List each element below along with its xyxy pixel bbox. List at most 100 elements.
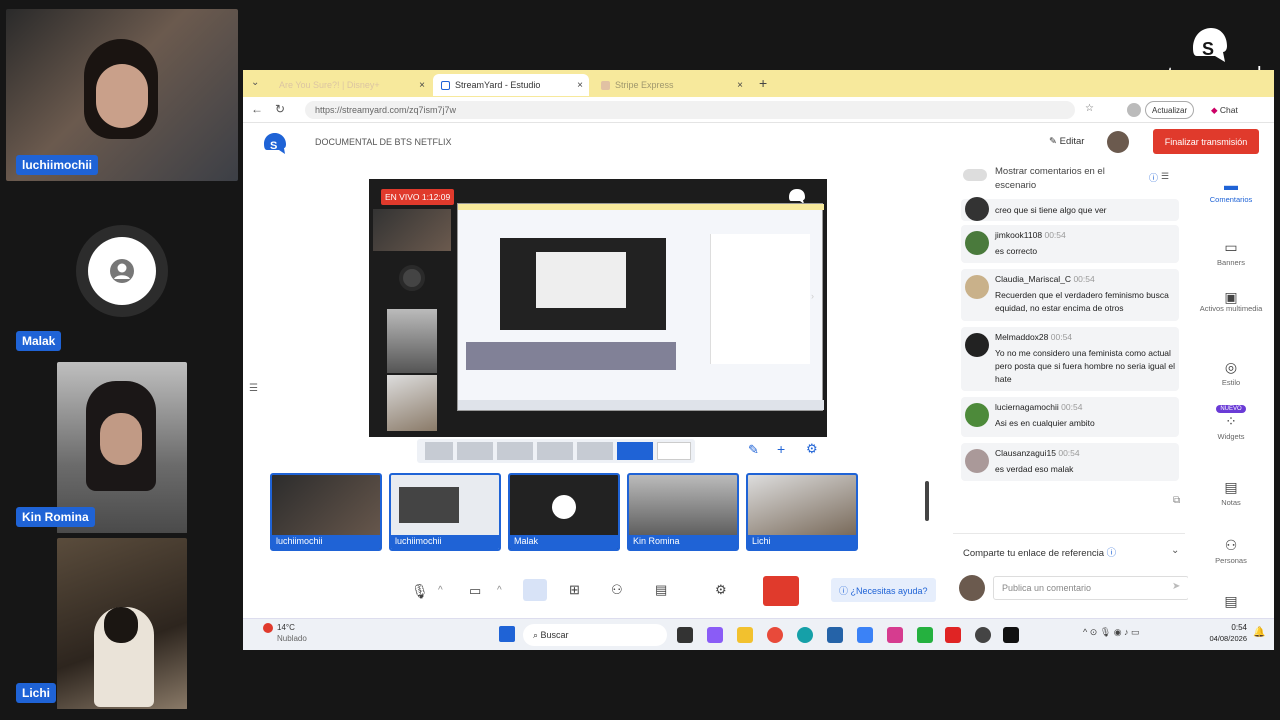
rail-item-banners[interactable]: ▭ Banners [1188,239,1274,267]
filter-icon[interactable]: ☰ [1161,171,1169,182]
clock-time[interactable]: 0:54 [1213,623,1247,632]
chevron-right-icon[interactable]: › [811,291,814,301]
app-icon[interactable] [857,627,873,643]
comment-time: 00:54 [1061,402,1083,412]
help-icon[interactable]: ⓘ [1149,171,1158,184]
leave-studio-button[interactable] [763,576,799,606]
show-comments-toggle[interactable] [963,169,987,181]
participant-box[interactable]: Malak [508,473,620,551]
browser-tabbar: ⌄ Are You Sure?! | Disney+ × StreamYard -… [243,70,1274,97]
rail-item-activos[interactable]: ▣ Activos multimedia [1188,290,1274,313]
rail-item-comentarios[interactable]: ▬ Comentarios [1188,177,1274,204]
comment-input[interactable]: Publica un comentario ➤ [993,576,1189,600]
close-icon[interactable]: × [737,80,743,91]
rail-item-personas[interactable]: ⚇ Personas [1188,537,1274,565]
layout-side-button[interactable] [577,442,613,460]
layout-solo-button[interactable] [425,442,453,460]
microphone-icon[interactable]: 🎙 [411,583,429,600]
app-icon[interactable] [975,627,991,643]
camera-icon[interactable]: ▭ [469,583,481,599]
chevron-up-icon[interactable]: ^ [497,585,502,596]
participant-box-label: Malak [510,535,618,549]
comment-author: Claudia_Mariscal_C 00:54 [995,274,1095,284]
taskview-icon[interactable] [677,627,693,643]
update-button[interactable]: Actualizar [1145,101,1195,119]
url-field[interactable]: https://streamyard.com/zq7ism7j7w [305,101,1075,119]
streamyard-mark-icon: S [1185,22,1233,70]
avatar [959,575,985,601]
edge-icon[interactable] [797,627,813,643]
chevron-down-icon[interactable]: ⌄ [251,77,259,88]
layout-split-button[interactable] [537,442,573,460]
rail-item-chat[interactable]: ▤ [1188,593,1274,612]
notes-icon[interactable]: ▤ [655,582,667,598]
pencil-icon[interactable]: ✎ [748,442,759,458]
layout-thin-button[interactable] [497,442,533,460]
weather-desc[interactable]: Nublado [277,634,307,643]
rail-label: Estilo [1221,378,1241,387]
participant-box[interactable]: Kin Romina [627,473,739,551]
plus-icon[interactable]: + [777,441,785,457]
reload-icon[interactable]: ↻ [275,102,285,116]
comment-author-name: Claudia_Mariscal_C [995,274,1072,284]
divider [953,533,1185,534]
system-tray-icons[interactable]: ^ ⊙ 🎙 ◉ ♪ ▭ [1083,627,1140,638]
participant-box[interactable]: Lichi [746,473,858,551]
tiktok-icon[interactable] [1003,627,1019,643]
external-link-icon[interactable]: ⧉ [1173,495,1180,506]
rail-item-notas[interactable]: ▤ Notas [1188,479,1274,507]
add-guest-icon[interactable]: ⚇ [611,582,623,598]
windows-start-icon[interactable] [499,626,515,642]
instagram-icon[interactable] [887,627,903,643]
store-icon[interactable] [827,627,843,643]
whatsapp-icon[interactable] [917,627,933,643]
edit-button[interactable]: ✎ Editar [1049,136,1084,147]
rail-label: Banners [1217,258,1245,267]
close-icon[interactable]: × [419,80,425,91]
participant-name: Lichi [16,683,57,703]
layout-fullscreen-button[interactable] [657,442,691,460]
stage-menu-icon[interactable]: ☰ [249,383,258,394]
scrollbar[interactable] [925,481,929,521]
present-icon[interactable]: ⊞ [569,582,580,598]
youtube-icon[interactable] [945,627,961,643]
participant-box-label: luchiimochii [272,535,380,549]
participant-box[interactable]: luchiimochii [270,473,382,551]
chevron-up-icon[interactable]: ^ [438,585,443,596]
back-icon[interactable]: ← [251,102,263,116]
clock-date[interactable]: 04/08/2026 [1201,634,1247,643]
chevron-down-icon[interactable]: ⌄ [1171,545,1179,556]
gear-icon[interactable]: ⚙ [806,441,818,457]
star-icon[interactable]: ☆ [1085,103,1094,114]
broadcast-title[interactable]: DOCUMENTAL DE BTS NETFLIX [315,137,452,147]
rail-label: Notas [1221,498,1241,507]
weather-icon[interactable] [263,623,273,633]
browser-tab[interactable]: Are You Sure?! | Disney+ × [271,74,431,96]
copilot-icon[interactable] [707,627,723,643]
taskbar-search[interactable]: ⌕ Buscar [523,624,667,646]
browser-tab[interactable]: Stripe Express × [593,74,749,96]
new-tab-button[interactable]: + [759,75,767,91]
chrome-icon[interactable] [767,627,783,643]
notification-icon[interactable]: 🔔 [1253,627,1265,638]
end-broadcast-button[interactable]: Finalizar transmisión [1153,129,1259,154]
help-button[interactable]: ⓘ ¿Necesitas ayuda? [831,578,936,602]
settings-icon[interactable]: ⚙ [715,582,727,598]
rail-item-estilo[interactable]: ◎ Estilo [1188,359,1274,387]
profile-icon[interactable] [1127,103,1141,117]
weather-temp[interactable]: 14°C [277,623,295,632]
browser-tab[interactable]: StreamYard - Estudio × [433,74,589,96]
file-explorer-icon[interactable] [737,627,753,643]
close-icon[interactable]: × [577,80,583,91]
send-icon[interactable]: ➤ [1172,581,1180,592]
chat-button[interactable]: ◆ Chat [1211,101,1238,116]
participant-name: luchiimochii [16,155,99,175]
avatar[interactable] [1107,131,1129,153]
rail-item-widgets[interactable]: NUEVO ⁘ Widgets [1188,403,1274,441]
avatar [965,197,989,221]
referral-link[interactable]: Comparte tu enlace de referencia ⓘ [963,545,1116,559]
share-screen-button[interactable] [523,579,547,601]
layout-screen-button[interactable] [617,442,653,460]
layout-group-button[interactable] [457,442,493,460]
participant-box[interactable]: luchiimochii [389,473,501,551]
